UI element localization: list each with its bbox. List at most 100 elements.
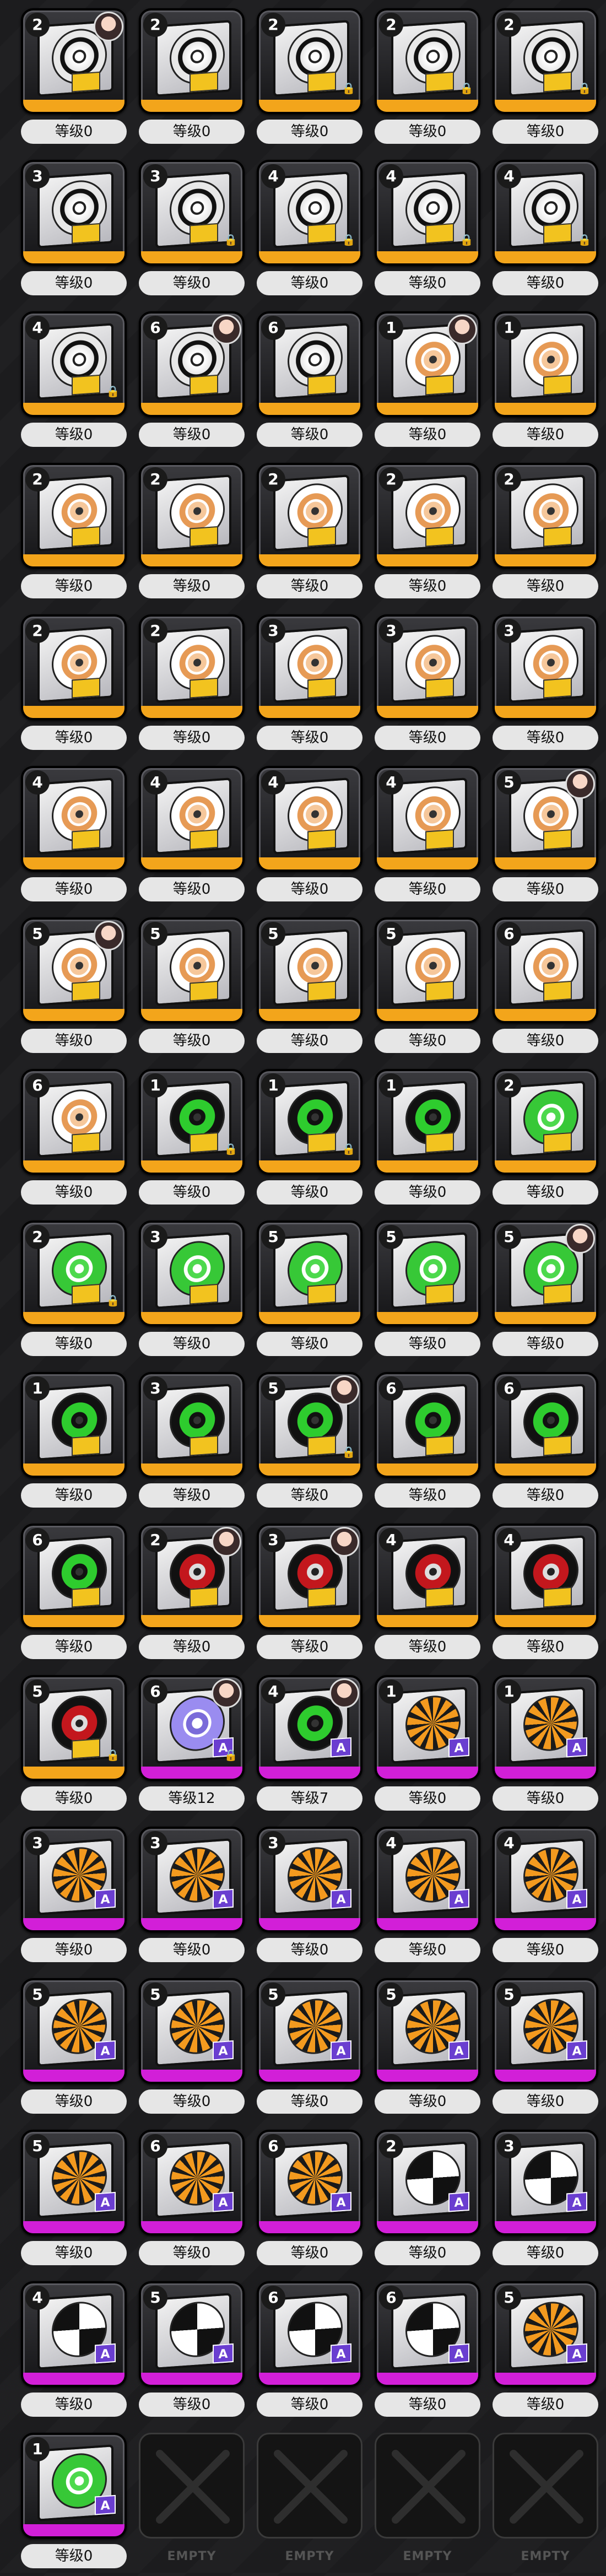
disc-slot[interactable]: A 5 等级0 bbox=[134, 2276, 249, 2424]
disc-card[interactable]: 2 bbox=[375, 463, 480, 569]
disc-card[interactable]: 2 bbox=[139, 1524, 245, 1629]
disc-card[interactable]: 5 🔒 bbox=[257, 1372, 362, 1478]
disc-slot[interactable]: 5 等级0 bbox=[17, 912, 131, 1061]
disc-card[interactable]: 2 bbox=[139, 8, 245, 114]
disc-slot[interactable]: A 3 等级0 bbox=[134, 1821, 249, 1970]
disc-card[interactable]: A3 bbox=[21, 1827, 127, 1932]
disc-slot[interactable]: A 5 等级0 bbox=[17, 2124, 131, 2273]
disc-slot[interactable]: 5 等级0 bbox=[252, 912, 367, 1061]
disc-slot[interactable]: 5 等级0 bbox=[488, 1215, 603, 1364]
disc-card[interactable]: 1 🔒 bbox=[257, 1069, 362, 1175]
disc-slot[interactable]: 3 等级0 bbox=[252, 1518, 367, 1667]
disc-card[interactable]: A3 bbox=[257, 1827, 362, 1932]
disc-slot[interactable]: 4 等级0 bbox=[134, 760, 249, 909]
disc-card[interactable]: 1 🔒 bbox=[139, 1069, 245, 1175]
disc-slot[interactable]: A 6 等级0 bbox=[134, 2124, 249, 2273]
empty-slot[interactable]: EMPTY bbox=[370, 2427, 485, 2576]
disc-slot[interactable]: A 3 等级0 bbox=[252, 1821, 367, 1970]
disc-card[interactable]: 4 bbox=[375, 1524, 480, 1629]
disc-card[interactable]: 2 🔒 bbox=[21, 1221, 127, 1326]
disc-slot[interactable]: 6 等级0 bbox=[252, 306, 367, 455]
disc-card[interactable]: 4 🔒 bbox=[257, 160, 362, 266]
disc-slot[interactable]: 4 等级0 bbox=[252, 760, 367, 909]
disc-card[interactable]: 4 bbox=[257, 766, 362, 872]
disc-card[interactable]: A3 bbox=[139, 1827, 245, 1932]
disc-card[interactable]: A4 bbox=[375, 1827, 480, 1932]
disc-slot[interactable]: 1 等级0 bbox=[370, 306, 485, 455]
disc-slot[interactable]: 6 等级0 bbox=[134, 306, 249, 455]
disc-slot[interactable]: A 6 🔒 等级12 bbox=[134, 1670, 249, 1818]
disc-slot[interactable]: A 2 等级0 bbox=[370, 2124, 485, 2273]
empty-slot[interactable]: EMPTY bbox=[134, 2427, 249, 2576]
disc-card[interactable]: 1 bbox=[375, 311, 480, 417]
disc-card[interactable]: 6 bbox=[493, 917, 598, 1023]
disc-card[interactable]: A1 bbox=[375, 1675, 480, 1781]
disc-slot[interactable]: 2 等级0 bbox=[17, 609, 131, 758]
disc-card[interactable]: 3 bbox=[375, 614, 480, 720]
disc-slot[interactable]: 5 等级0 bbox=[252, 1215, 367, 1364]
disc-slot[interactable]: A 6 等级0 bbox=[370, 2276, 485, 2424]
disc-slot[interactable]: 3 等级0 bbox=[370, 609, 485, 758]
disc-slot[interactable]: 2 等级0 bbox=[252, 457, 367, 606]
disc-slot[interactable]: 3 等级0 bbox=[17, 154, 131, 303]
disc-card[interactable]: A5 bbox=[139, 2281, 245, 2387]
disc-slot[interactable]: A 3 等级0 bbox=[488, 2124, 603, 2273]
disc-card[interactable]: 5 🔒 bbox=[21, 1675, 127, 1781]
disc-card[interactable]: 2 🔒 bbox=[257, 8, 362, 114]
disc-card[interactable]: 6 bbox=[375, 1372, 480, 1478]
disc-card[interactable]: A5 bbox=[21, 1978, 127, 2084]
disc-card[interactable]: A6 bbox=[257, 2281, 362, 2387]
disc-card[interactable]: 6 bbox=[493, 1372, 598, 1478]
disc-card[interactable]: A5 bbox=[493, 2281, 598, 2387]
disc-slot[interactable]: A 4 等级0 bbox=[370, 1821, 485, 1970]
disc-slot[interactable]: A 1 等级0 bbox=[488, 1670, 603, 1818]
disc-card[interactable]: A4 bbox=[493, 1827, 598, 1932]
disc-slot[interactable]: 4 等级0 bbox=[370, 760, 485, 909]
disc-card[interactable]: 4 🔒 bbox=[493, 160, 598, 266]
disc-card[interactable]: A5 bbox=[375, 1978, 480, 2084]
disc-card[interactable]: 1 bbox=[21, 1372, 127, 1478]
disc-card[interactable]: 6 bbox=[21, 1524, 127, 1629]
disc-slot[interactable]: A 4 等级7 bbox=[252, 1670, 367, 1818]
disc-card[interactable]: A2 bbox=[375, 2130, 480, 2235]
disc-slot[interactable]: 2 等级0 bbox=[134, 609, 249, 758]
disc-card[interactable]: 1 bbox=[375, 1069, 480, 1175]
disc-card[interactable]: A5 bbox=[139, 1978, 245, 2084]
disc-slot[interactable]: 6 等级0 bbox=[488, 912, 603, 1061]
disc-card[interactable]: A1 bbox=[493, 1675, 598, 1781]
disc-card[interactable]: 4 bbox=[21, 766, 127, 872]
empty-card[interactable] bbox=[375, 2433, 480, 2539]
disc-slot[interactable]: A 4 等级0 bbox=[17, 2276, 131, 2424]
disc-card[interactable]: 3 bbox=[493, 614, 598, 720]
disc-card[interactable]: 3 🔒 bbox=[139, 160, 245, 266]
disc-slot[interactable]: 5 等级0 bbox=[488, 760, 603, 909]
disc-card[interactable]: 4 🔒 bbox=[375, 160, 480, 266]
disc-slot[interactable]: 3 等级0 bbox=[488, 609, 603, 758]
disc-slot[interactable]: 5 等级0 bbox=[134, 912, 249, 1061]
disc-slot[interactable]: A 5 等级0 bbox=[134, 1973, 249, 2121]
disc-slot[interactable]: A 1 等级0 bbox=[17, 2427, 131, 2576]
disc-slot[interactable]: 5 等级0 bbox=[370, 912, 485, 1061]
disc-card[interactable]: 6 bbox=[139, 311, 245, 417]
disc-slot[interactable]: 2 等级0 bbox=[134, 457, 249, 606]
disc-slot[interactable]: A 5 等级0 bbox=[488, 2276, 603, 2424]
disc-slot[interactable]: A 5 等级0 bbox=[370, 1973, 485, 2121]
disc-card[interactable]: A6 bbox=[257, 2130, 362, 2235]
disc-card[interactable]: 3 bbox=[139, 1372, 245, 1478]
disc-slot[interactable]: 2 等级0 bbox=[488, 457, 603, 606]
disc-slot[interactable]: 1 等级0 bbox=[488, 306, 603, 455]
disc-card[interactable]: 2 bbox=[493, 1069, 598, 1175]
disc-card[interactable]: 5 bbox=[21, 917, 127, 1023]
disc-card[interactable]: A 6 🔒 bbox=[139, 1675, 245, 1781]
disc-slot[interactable]: 2 🔒 等级0 bbox=[370, 3, 485, 152]
disc-slot[interactable]: 1 🔒 等级0 bbox=[252, 1063, 367, 1212]
disc-card[interactable]: 2 bbox=[139, 463, 245, 569]
disc-card[interactable]: A6 bbox=[375, 2281, 480, 2387]
disc-slot[interactable]: A 6 等级0 bbox=[252, 2276, 367, 2424]
disc-card[interactable]: A5 bbox=[257, 1978, 362, 2084]
disc-card[interactable]: 2 bbox=[21, 614, 127, 720]
empty-card[interactable] bbox=[493, 2433, 598, 2539]
empty-card[interactable] bbox=[257, 2433, 362, 2539]
disc-card[interactable]: A3 bbox=[493, 2130, 598, 2235]
disc-card[interactable]: 3 bbox=[21, 160, 127, 266]
